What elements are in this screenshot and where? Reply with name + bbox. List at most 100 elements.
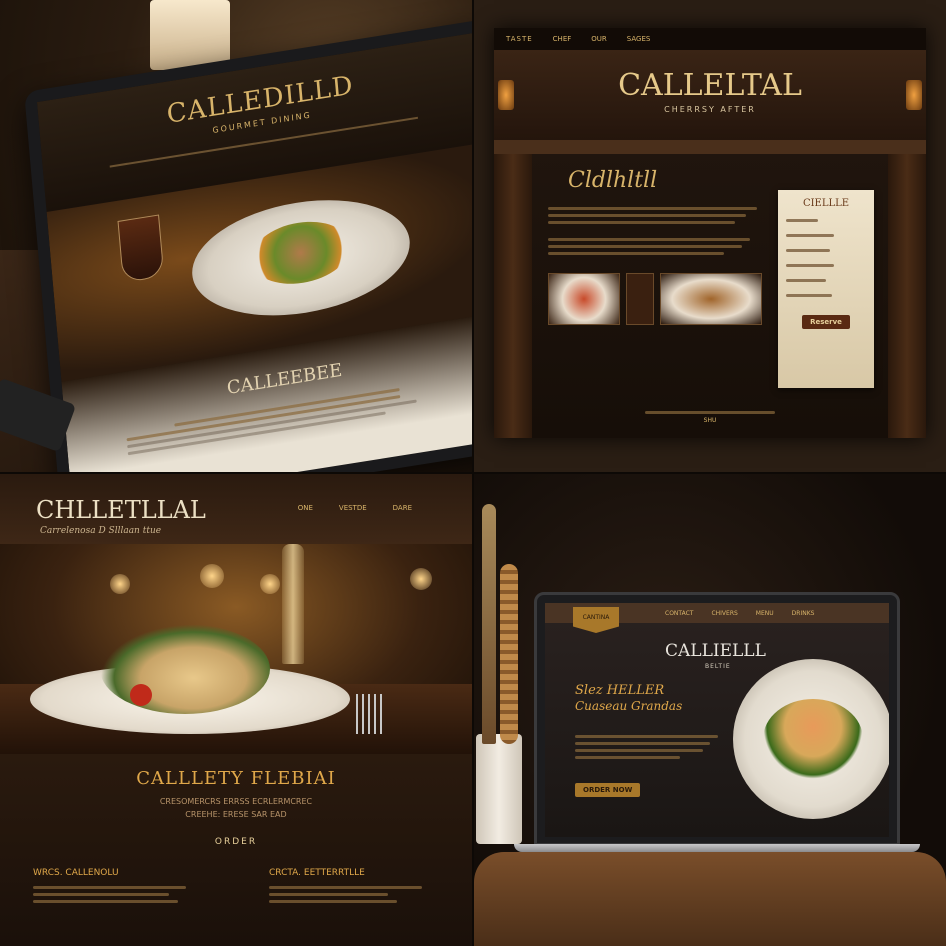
text-line	[575, 756, 680, 759]
tomato	[130, 684, 152, 706]
text-line	[548, 214, 746, 217]
food-photo-1	[548, 273, 620, 325]
menu-line	[786, 234, 834, 237]
nav-item[interactable]: CHIVERS	[711, 610, 737, 617]
menu-line	[786, 219, 818, 222]
tablet-device: CALLEDILLD GOURMET DINING CALLEEBEE	[24, 18, 472, 472]
text-line	[33, 893, 169, 896]
paragraph-1	[548, 207, 768, 224]
nav-item[interactable]: ONE	[298, 504, 313, 512]
text-line	[33, 900, 178, 903]
text-line	[269, 900, 397, 903]
header-banner: CALLELTAL CHERRSY AFTER	[494, 50, 926, 140]
tablet-screen: CALLEDILLD GOURMET DINING CALLEEBEE	[37, 32, 472, 472]
laptop-logo: CALLIELLL	[665, 641, 766, 661]
food-photos	[548, 273, 768, 325]
warm-hero	[0, 544, 472, 754]
laptop-body: CONTACT CHIVERS MENU DRINKS CANTINA CALL…	[534, 592, 900, 846]
dinner-plate	[187, 185, 415, 330]
laptop-script-2: Cuaseau Grandas	[575, 699, 683, 713]
footer-column-1: WRCS. CALLENOLU	[33, 868, 203, 907]
text-line	[575, 742, 710, 745]
nav-item[interactable]: CHEF	[553, 35, 572, 43]
nav-item[interactable]: DARE	[393, 504, 412, 512]
panel-warm-website: CHLLETLLAL Carrelenosa D Slllaan ttue ON…	[0, 474, 472, 946]
laptop-sublogo: BELTIE	[705, 663, 731, 670]
text-line	[548, 238, 751, 241]
order-now-button[interactable]: ORDER NOW	[575, 783, 641, 797]
food-photo-3	[660, 273, 762, 325]
warm-tagline: Carrelenosa D Slllaan ttue	[40, 526, 162, 536]
paragraph-2	[548, 238, 768, 255]
site-logo: CALLELTAL	[618, 68, 802, 103]
footer-column-2: CRCTA. EETTERRTLLE	[269, 868, 439, 907]
menu-line	[786, 294, 833, 297]
body-line: CREEHE: ERESE SAR EAD	[185, 810, 287, 819]
top-bar: TASTE CHEF OUR SAGES	[494, 28, 926, 50]
footer-column-title: WRCS. CALLENOLU	[33, 868, 119, 878]
laptop-script: Slez HELLER	[575, 683, 665, 698]
footer: SHU	[494, 411, 926, 424]
laptop-screen: CONTACT CHIVERS MENU DRINKS CANTINA CALL…	[545, 603, 889, 837]
wooden-board	[474, 852, 946, 946]
text-line	[575, 749, 703, 752]
pillar-right	[888, 154, 926, 438]
image-collage: CALLEDILLD GOURMET DINING CALLEEBEE TAST…	[0, 0, 946, 946]
nav-item[interactable]: OUR	[591, 35, 607, 43]
lantern-left-icon	[498, 80, 514, 110]
top-mark: TASTE	[506, 35, 533, 43]
footer-columns: WRCS. CALLENOLU CRCTA. EETTERRTLLE	[0, 868, 472, 907]
panel-dark-website: TASTE CHEF OUR SAGES CALLELTAL CHERRSY A…	[474, 0, 946, 472]
warm-headline: CALLLETY FLEBIAI	[136, 768, 336, 789]
menu-line	[786, 264, 834, 267]
main-content: Cldlhltll	[548, 168, 768, 408]
bread-stick	[500, 564, 518, 744]
script-title: Cldlhltll	[568, 168, 658, 193]
nav-item[interactable]: CONTACT	[665, 610, 693, 617]
menu-line	[786, 279, 826, 282]
utensil-jar	[476, 734, 522, 844]
lamp-1	[110, 574, 130, 594]
website-frame: TASTE CHEF OUR SAGES CALLELTAL CHERRSY A…	[494, 28, 926, 438]
nav-item[interactable]: MENU	[756, 610, 774, 617]
plated-dish	[248, 215, 353, 291]
lamp-2	[200, 564, 224, 588]
lamp-4	[410, 568, 432, 590]
text-line	[269, 893, 388, 896]
champagne-glass	[282, 544, 304, 664]
laptop-plate	[733, 659, 889, 819]
text-line	[33, 886, 186, 889]
reserve-button[interactable]: Reserve	[802, 315, 850, 329]
panel-laptop-mockup: CONTACT CHIVERS MENU DRINKS CANTINA CALL…	[474, 474, 946, 946]
nav-item[interactable]: SAGES	[627, 35, 651, 43]
warm-header: CHLLETLLAL Carrelenosa D Slllaan ttue ON…	[0, 474, 472, 544]
text-line	[548, 245, 742, 248]
lantern-right-icon	[906, 80, 922, 110]
body-line: CRESOMERCRS ERRSS ECRLERMCREC	[159, 797, 313, 806]
cantina-badge: CANTINA	[573, 607, 619, 633]
nav-item[interactable]: VESTDE	[339, 504, 367, 512]
wooden-spoon	[482, 504, 496, 744]
site-tagline: CHERRSY AFTER	[664, 105, 756, 114]
footer-column-title: CRCTA. EETTERRTLLE	[269, 868, 365, 878]
candle-left	[150, 0, 230, 70]
order-link[interactable]: ORDER	[215, 837, 257, 847]
menu-card: CIELLLE Reserve	[778, 190, 874, 388]
warm-logo: CHLLETLLAL	[36, 496, 206, 524]
laptop-base	[514, 844, 920, 852]
pasta-dish	[100, 624, 270, 714]
salmon-pasta	[763, 699, 863, 779]
menu-card-lines	[786, 219, 866, 297]
menu-card-title: CIELLLE	[802, 198, 850, 209]
text-line	[575, 735, 718, 738]
text-line	[548, 252, 724, 255]
panel-tablet-mockup: CALLEDILLD GOURMET DINING CALLEEBEE	[0, 0, 472, 472]
text-line	[269, 886, 422, 889]
nav-item[interactable]: DRINKS	[792, 610, 815, 617]
menu-line	[786, 249, 830, 252]
laptop-text-block	[575, 731, 725, 763]
text-line	[548, 207, 757, 210]
pillar-left	[494, 154, 532, 438]
fork-icon	[356, 694, 386, 734]
wine-glass	[117, 214, 165, 283]
